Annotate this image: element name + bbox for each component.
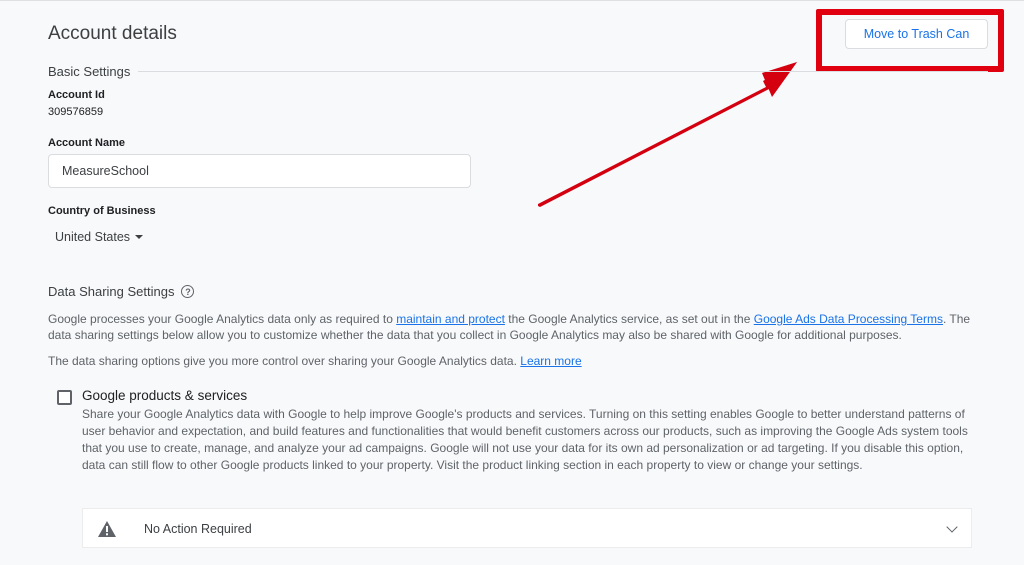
- status-expansion-panel[interactable]: No Action Required: [82, 508, 972, 548]
- warning-icon: [98, 521, 116, 537]
- caret-down-icon: [135, 235, 144, 239]
- data-sharing-header: Data Sharing Settings ?: [48, 284, 195, 299]
- chevron-down-icon[interactable]: [946, 521, 958, 533]
- basic-settings-divider: [136, 71, 988, 72]
- data-processing-terms-link[interactable]: Google Ads Data Processing Terms: [754, 312, 943, 326]
- account-name-input[interactable]: [48, 154, 471, 188]
- account-name-label: Account Name: [48, 137, 126, 149]
- account-details-page: Account details Move to Trash Can Basic …: [0, 0, 1024, 565]
- top-divider: [0, 0, 1024, 1]
- learn-more-link[interactable]: Learn more: [520, 354, 581, 368]
- google-products-checkbox[interactable]: [57, 390, 72, 405]
- country-value: United States: [55, 230, 131, 244]
- data-sharing-options-text: The data sharing options give you more c…: [48, 354, 582, 368]
- annotation-arrow-icon: [538, 62, 797, 207]
- account-id-value: 309576859: [48, 106, 104, 118]
- account-id-label: Account Id: [48, 89, 105, 101]
- maintain-and-protect-link[interactable]: maintain and protect: [396, 312, 505, 326]
- status-text: No Action Required: [144, 522, 252, 536]
- google-products-description: Share your Google Analytics data with Go…: [82, 407, 968, 472]
- country-dropdown[interactable]: United States: [55, 230, 144, 244]
- basic-settings-title: Basic Settings: [48, 64, 139, 79]
- help-circle-icon[interactable]: ?: [181, 285, 195, 298]
- page-title: Account details: [48, 23, 177, 44]
- google-products-title: Google products & services: [82, 388, 248, 403]
- country-label: Country of Business: [48, 205, 156, 217]
- data-sharing-intro: Google processes your Google Analytics d…: [48, 312, 971, 342]
- data-sharing-title: Data Sharing Settings: [48, 284, 175, 299]
- annotation-highlight-box: [816, 9, 1004, 72]
